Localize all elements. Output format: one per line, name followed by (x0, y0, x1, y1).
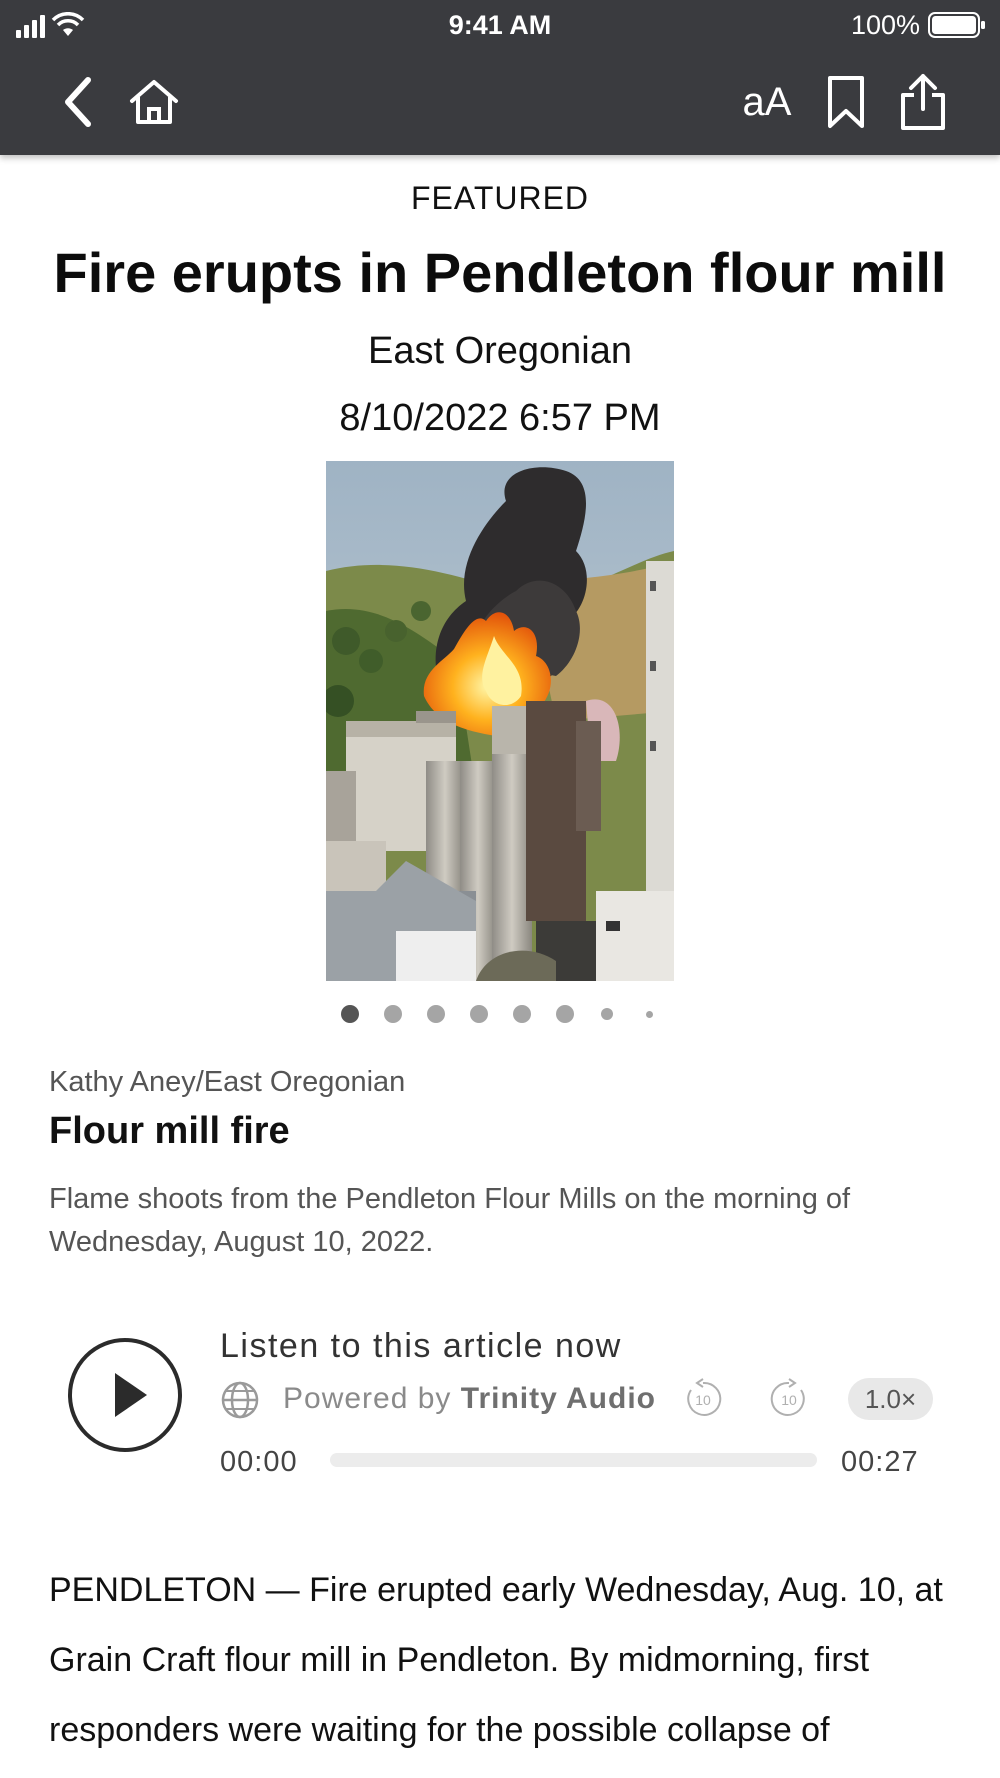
home-button[interactable] (122, 72, 186, 132)
status-bar: 9:41 AM 100% (0, 0, 1000, 50)
bookmark-button[interactable] (820, 72, 872, 132)
caption-text: Flame shoots from the Pendleton Flour Mi… (49, 1183, 851, 1258)
article-source: East Oregonian (367, 330, 633, 372)
gallery-dot-2[interactable] (384, 1005, 402, 1023)
gallery-dot-3[interactable] (427, 1005, 445, 1023)
playback-speed-button[interactable]: 1.0× (848, 1378, 933, 1420)
powered-by-text[interactable]: Powered by Trinity Audio (283, 1382, 656, 1416)
skip-forward-label: 10 (781, 1392, 797, 1408)
gallery-dot-6[interactable] (556, 1005, 574, 1023)
play-icon (115, 1373, 147, 1417)
article-body: PENDLETON — Fire erupted early Wednesday… (49, 1571, 943, 1749)
rewind-10-icon: 10 (687, 1378, 722, 1416)
article-photo[interactable] (326, 461, 674, 981)
section-kicker: FEATURED (410, 180, 590, 216)
globe-icon[interactable] (220, 1380, 260, 1425)
powered-brand: Trinity Audio (460, 1382, 656, 1415)
gallery-dot-4[interactable] (470, 1005, 488, 1023)
article-date: 8/10/2022 6:57 PM (339, 397, 661, 439)
chevron-left-icon (65, 77, 91, 127)
home-icon (130, 80, 178, 124)
skip-back-label: 10 (695, 1392, 711, 1408)
skip-back-button[interactable]: 10 (682, 1378, 724, 1425)
audio-time-current: 00:00 (220, 1446, 298, 1478)
audio-progress-bar[interactable] (330, 1453, 817, 1467)
top-bar: 9:41 AM 100% aA (0, 0, 1000, 155)
audio-play-button[interactable] (68, 1338, 182, 1452)
caption-title: Flour mill fire (49, 1110, 290, 1152)
powered-prefix: Powered by (283, 1382, 452, 1415)
font-size-button[interactable]: aA (730, 72, 804, 132)
fire-photo-illustration (326, 461, 674, 981)
gallery-dot-7[interactable] (601, 1008, 613, 1020)
share-icon (901, 74, 945, 130)
battery-icon (928, 11, 986, 44)
gallery-pagination (0, 1003, 1000, 1025)
photo-credit: Kathy Aney/East Oregonian (49, 1066, 406, 1098)
back-button[interactable] (48, 72, 108, 132)
battery-percent: 100% (850, 10, 920, 40)
forward-10-icon: 10 (770, 1378, 805, 1416)
gallery-dot-1[interactable] (341, 1005, 359, 1023)
bookmark-icon (828, 76, 864, 128)
gallery-dot-8[interactable] (646, 1011, 653, 1018)
article-headline: Fire erupts in Pendleton flour mill (53, 241, 947, 304)
audio-title: Listen to this article now (220, 1327, 622, 1365)
gallery-dot-5[interactable] (513, 1005, 531, 1023)
audio-time-total: 00:27 (841, 1446, 919, 1478)
share-button[interactable] (892, 72, 954, 132)
skip-forward-button[interactable]: 10 (768, 1378, 810, 1425)
